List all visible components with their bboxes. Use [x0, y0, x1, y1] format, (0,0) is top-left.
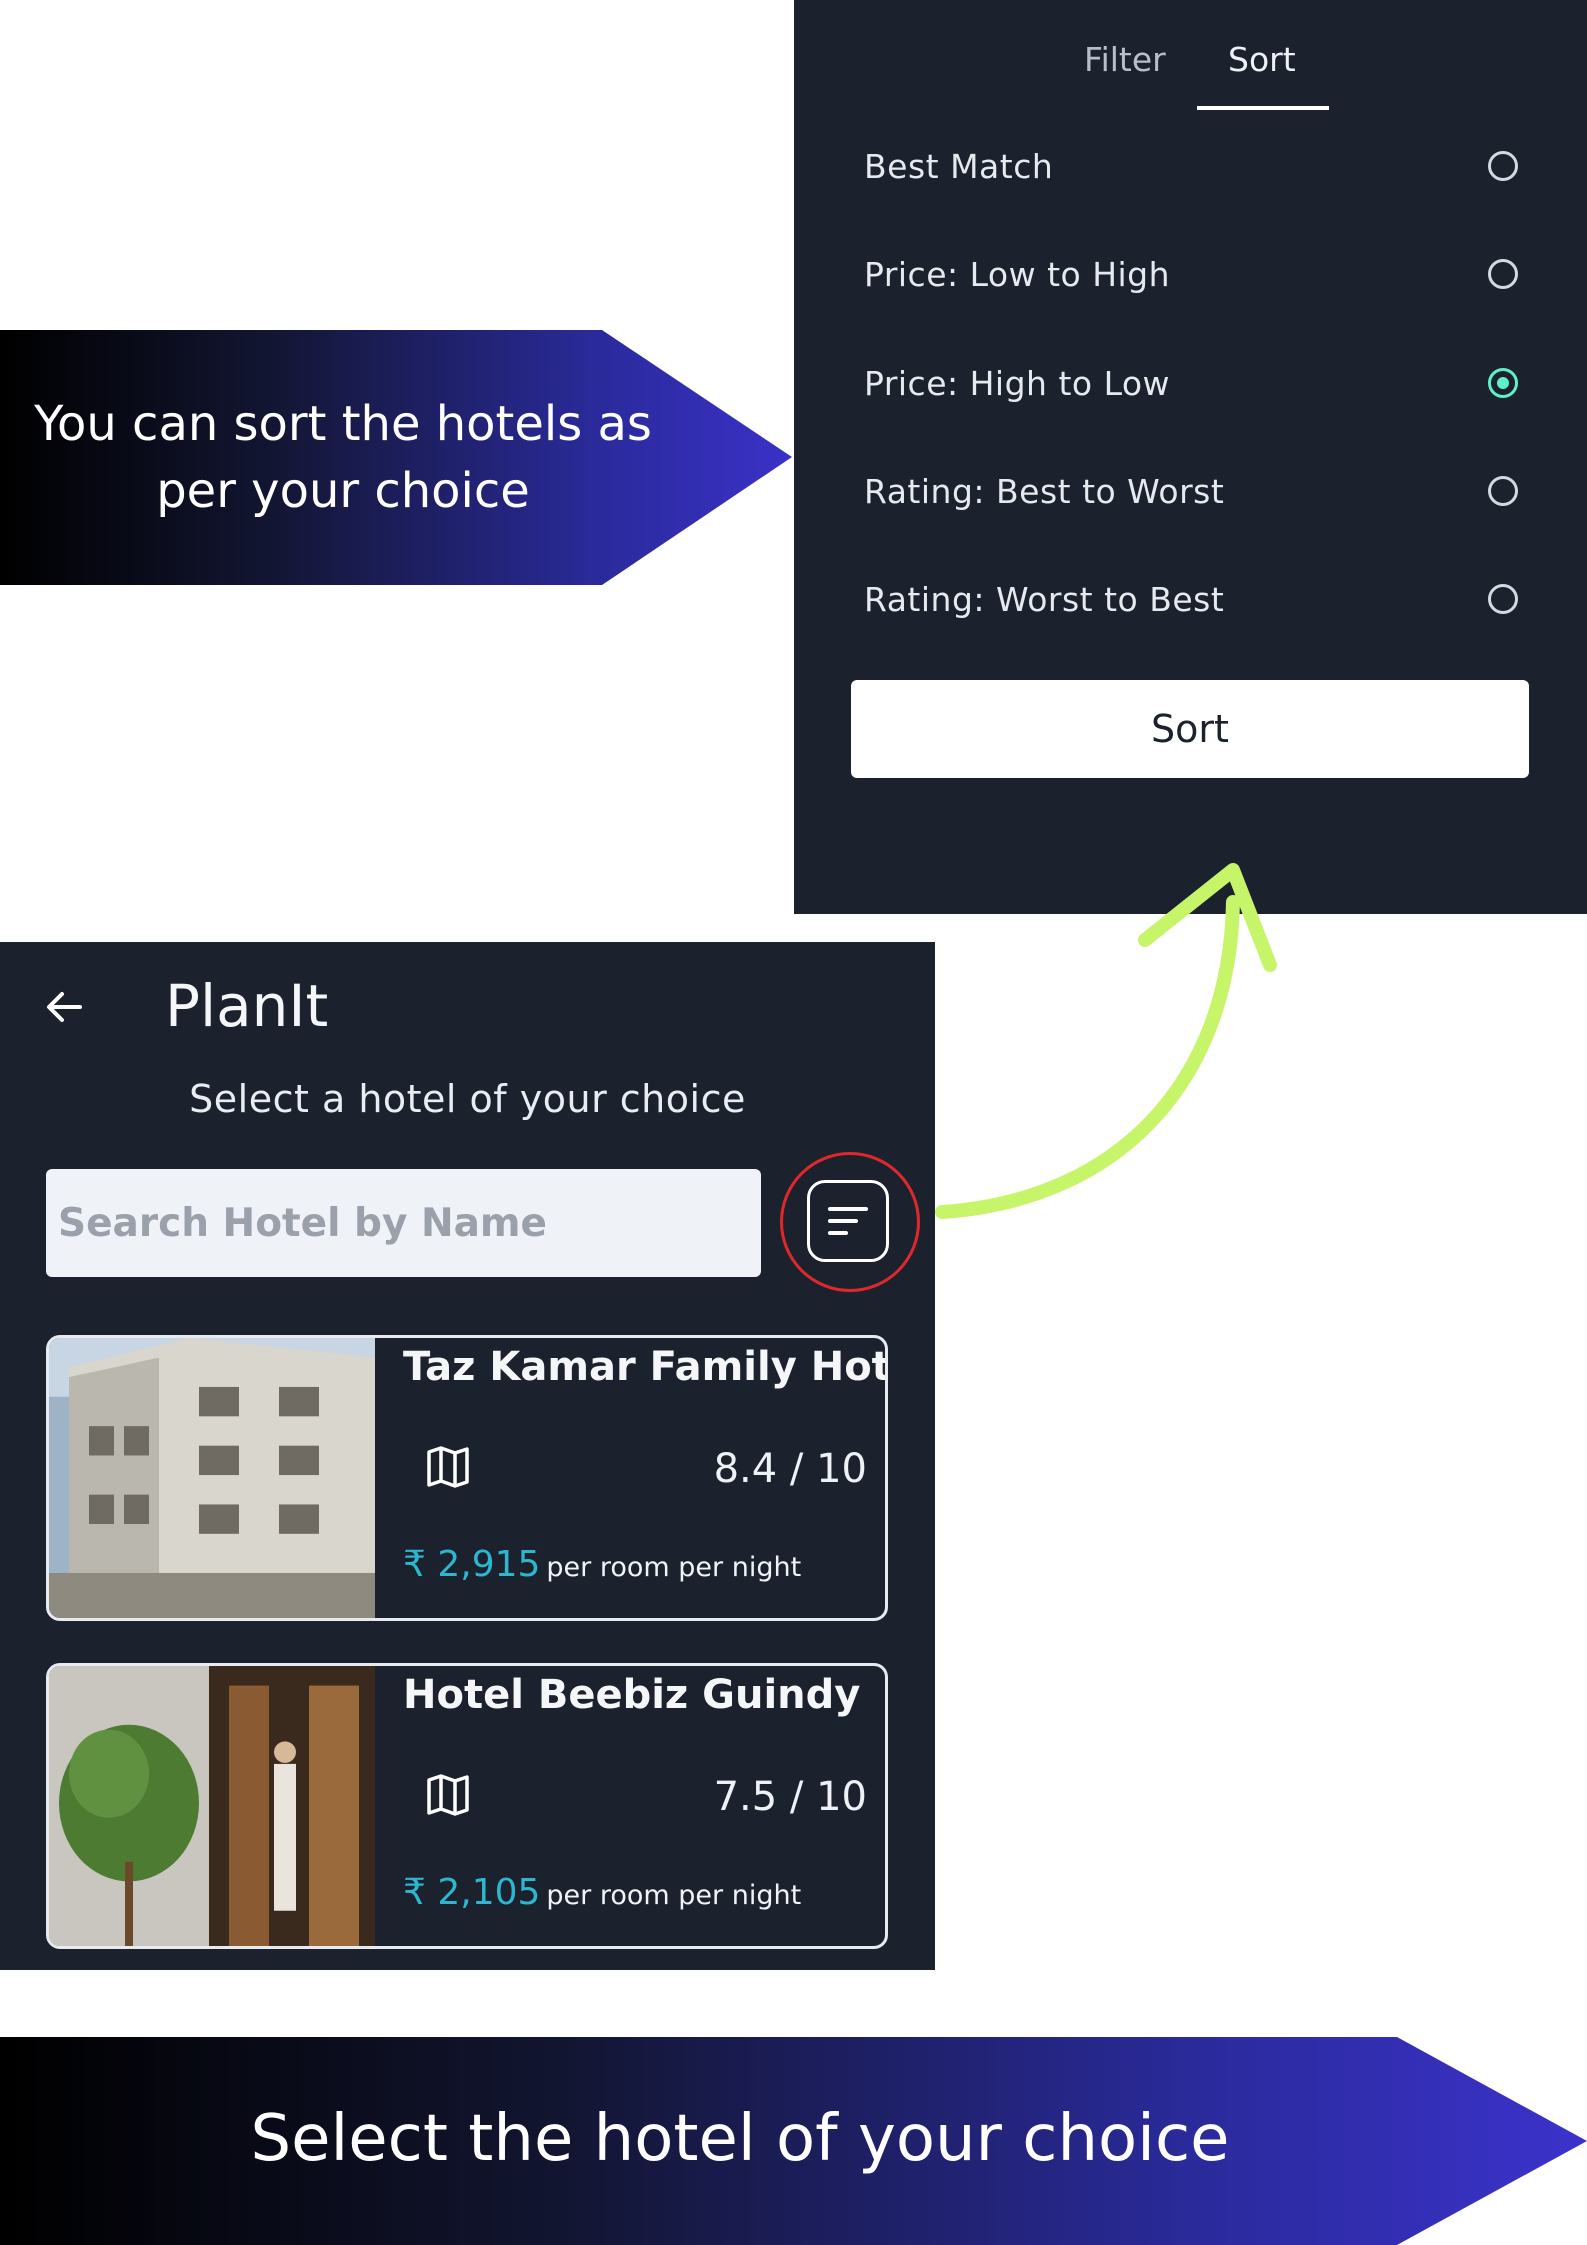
curved-arrow-icon — [935, 863, 1277, 1219]
hotel-photo — [49, 1666, 375, 1946]
hotel-list-screen: PlanIt Select a hotel of your choice T — [0, 942, 935, 1970]
sort-option-label: Rating: Best to Worst — [864, 471, 1225, 511]
select-hotel-text: Select the hotel of your choice — [250, 2102, 1230, 2176]
sort-option-rating-best-worst[interactable]: Rating: Best to Worst — [864, 456, 1518, 526]
tab-filter[interactable]: Filter — [1084, 40, 1166, 79]
sort-lines-icon — [828, 1207, 868, 1235]
app-title: PlanIt — [165, 972, 329, 1040]
radio-button-selected[interactable] — [1488, 368, 1518, 398]
map-icon[interactable] — [425, 1772, 471, 1818]
hotel-name: Hotel Beebiz Guindy — [403, 1672, 861, 1718]
hotel-name: Taz Kamar Family Hotel — [403, 1344, 888, 1390]
hotel-rating: 8.4 / 10 — [713, 1446, 867, 1492]
sort-option-label: Rating: Worst to Best — [864, 579, 1225, 619]
sort-toggle-button[interactable] — [807, 1180, 889, 1262]
active-tab-indicator — [1197, 106, 1329, 110]
hotel-price-row: ₹ 2,105 per room per night — [403, 1872, 801, 1913]
search-input[interactable] — [46, 1169, 761, 1277]
sort-button[interactable]: Sort — [851, 680, 1529, 778]
hotel-rating: 7.5 / 10 — [713, 1774, 867, 1820]
tab-sort[interactable]: Sort — [1228, 40, 1296, 79]
price-unit: per room per night — [546, 1552, 802, 1583]
hotel-price-row: ₹ 2,915 per room per night — [403, 1544, 801, 1585]
radio-button[interactable] — [1488, 151, 1518, 181]
arrow-left-icon[interactable] — [40, 982, 90, 1032]
hotel-price: ₹ 2,915 — [403, 1544, 541, 1585]
sort-panel: Filter Sort Best Match Price: Low to Hig… — [794, 0, 1587, 914]
page-subtitle: Select a hotel of your choice — [189, 1077, 746, 1121]
sort-option-rating-worst-best[interactable]: Rating: Worst to Best — [864, 564, 1518, 634]
sort-option-label: Price: Low to High — [864, 254, 1171, 294]
sort-option-price-low-high[interactable]: Price: Low to High — [864, 239, 1518, 309]
radio-button[interactable] — [1488, 476, 1518, 506]
hotel-photo — [49, 1338, 375, 1618]
price-unit: per room per night — [546, 1880, 802, 1911]
select-hotel-banner: Select the hotel of your choice — [0, 2037, 1587, 2245]
sort-option-label: Price: High to Low — [864, 363, 1171, 403]
sort-explainer-banner: You can sort the hotels as per your choi… — [0, 330, 792, 585]
sort-option-label: Best Match — [864, 146, 1054, 186]
radio-button[interactable] — [1488, 584, 1518, 614]
map-icon[interactable] — [425, 1444, 471, 1490]
sort-option-price-high-low[interactable]: Price: High to Low — [864, 348, 1518, 418]
radio-button[interactable] — [1488, 259, 1518, 289]
hotel-card[interactable]: Hotel Beebiz Guindy 7.5 / 10 ₹ 2,105 per … — [46, 1663, 888, 1949]
sort-explainer-text: You can sort the hotels as per your choi… — [34, 395, 652, 519]
hotel-price: ₹ 2,105 — [403, 1872, 541, 1913]
sort-option-best-match[interactable]: Best Match — [864, 131, 1518, 201]
hotel-card[interactable]: Taz Kamar Family Hotel 8.4 / 10 ₹ 2,915 p… — [46, 1335, 888, 1621]
